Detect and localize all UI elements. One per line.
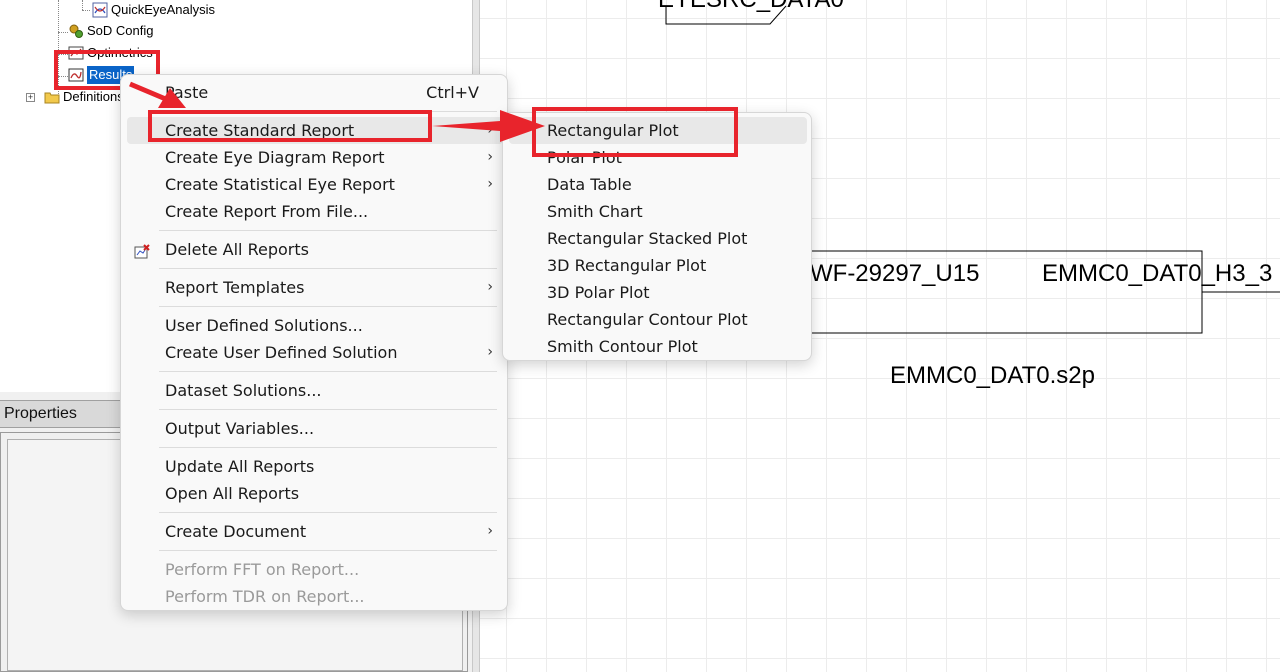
menu-item-create-report-from-file[interactable]: Create Report From File... [127,198,503,225]
component-label-right: EMMC0_DAT0_H3_3 [1042,260,1273,287]
submenu-item-3d-polar-plot[interactable]: 3D Polar Plot [509,279,807,306]
tree-connector [82,10,90,11]
submenu-item-smith-contour-plot[interactable]: Smith Contour Plot [509,333,807,360]
component-file-label: EMMC0_DAT0.s2p [890,362,1095,389]
chevron-right-icon: › [487,122,493,138]
menu-separator [159,447,497,448]
tree-item-quickeyeanalysis[interactable]: QuickEyeAnalysis [92,0,215,20]
tree-item-label: Definitions [63,89,124,104]
sod-config-icon [68,23,84,39]
menu-item-label: Open All Reports [165,484,300,503]
menu-item-dataset-solutions[interactable]: Dataset Solutions... [127,377,503,404]
schematic-top-label: EYESRC_DATA0 [658,0,844,14]
context-menu: Paste Ctrl+V Create Standard Report › Cr… [120,74,508,611]
menu-item-update-all-reports[interactable]: Update All Reports [127,453,503,480]
menu-separator [159,512,497,513]
tree-item-sod-config[interactable]: SoD Config [68,21,153,41]
menu-item-label: Paste [165,83,209,102]
menu-item-label: Create Document [165,522,307,541]
menu-separator [159,409,497,410]
chevron-right-icon: › [487,279,493,295]
submenu-item-smith-chart[interactable]: Smith Chart [509,198,807,225]
menu-item-label: Create User Defined Solution [165,343,398,362]
submenu-item-data-table[interactable]: Data Table [509,171,807,198]
menu-separator [159,371,497,372]
tree-connector [58,32,68,33]
tree-item-label: QuickEyeAnalysis [111,2,216,17]
menu-item-label: Dataset Solutions... [165,381,322,400]
submenu-item-3d-rectangular-plot[interactable]: 3D Rectangular Plot [509,252,807,279]
menu-item-delete-all-reports[interactable]: Delete All Reports [127,236,503,263]
menu-separator [159,306,497,307]
menu-separator [159,550,497,551]
chevron-right-icon: › [487,344,493,360]
chevron-right-icon: › [487,523,493,539]
menu-item-create-statistical-eye-report[interactable]: Create Statistical Eye Report › [127,171,503,198]
menu-item-label: Perform TDR on Report... [165,587,365,606]
submenu-item-rectangular-stacked-plot[interactable]: Rectangular Stacked Plot [509,225,807,252]
menu-item-label: Report Templates [165,278,305,297]
annotation-box-rectangular-plot [532,107,738,157]
submenu-item-label: Rectangular Stacked Plot [547,229,748,248]
submenu-item-label: Rectangular Contour Plot [547,310,748,329]
chevron-right-icon: › [487,176,493,192]
annotation-box-create-standard-report [148,110,432,142]
menu-item-shortcut: Ctrl+V [426,83,479,102]
submenu-item-label: Data Table [547,175,632,194]
submenu-item-rectangular-contour-plot[interactable]: Rectangular Contour Plot [509,306,807,333]
submenu-item-label: Smith Chart [547,202,643,221]
tree-item-label: SoD Config [87,23,154,38]
menu-item-label: Output Variables... [165,419,315,438]
menu-item-label: User Defined Solutions... [165,316,363,335]
menu-item-report-templates[interactable]: Report Templates › [127,274,503,301]
menu-item-label: Create Eye Diagram Report [165,148,385,167]
menu-item-perform-tdr: Perform TDR on Report... [127,583,503,610]
menu-item-paste[interactable]: Paste Ctrl+V [127,79,503,106]
tree-connector [82,0,83,10]
menu-item-label: Create Statistical Eye Report [165,175,395,194]
properties-title: Properties [4,405,77,422]
expand-toggle-icon[interactable]: + [26,93,35,102]
menu-item-create-document[interactable]: Create Document › [127,518,503,545]
menu-item-label: Update All Reports [165,457,315,476]
menu-item-label: Delete All Reports [165,240,309,259]
menu-item-perform-fft: Perform FFT on Report... [127,556,503,583]
submenu-item-label: 3D Polar Plot [547,283,650,302]
chevron-right-icon: › [487,149,493,165]
delete-reports-icon [134,241,150,259]
menu-item-user-defined-solutions[interactable]: User Defined Solutions... [127,312,503,339]
component-label-left: WF-29297_U15 [810,260,980,287]
menu-item-label: Create Report From File... [165,202,369,221]
menu-item-create-eye-diagram-report[interactable]: Create Eye Diagram Report › [127,144,503,171]
tree-item-definitions[interactable]: Definitions [44,87,124,107]
menu-item-create-user-defined-solution[interactable]: Create User Defined Solution › [127,339,503,366]
menu-separator [159,230,497,231]
menu-item-label: Perform FFT on Report... [165,560,360,579]
menu-item-open-all-reports[interactable]: Open All Reports [127,480,503,507]
quick-eye-analysis-icon [92,2,108,18]
folder-icon [44,89,60,105]
menu-item-output-variables[interactable]: Output Variables... [127,415,503,442]
submenu-item-label: Smith Contour Plot [547,337,698,356]
submenu-item-label: 3D Rectangular Plot [547,256,707,275]
menu-separator [159,268,497,269]
